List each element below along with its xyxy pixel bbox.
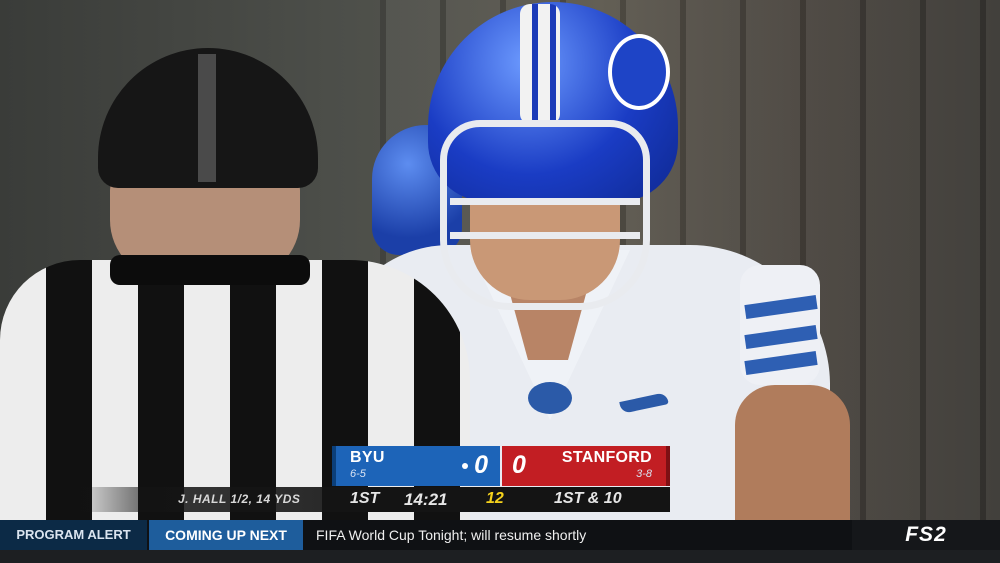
referee-cap xyxy=(98,48,318,188)
home-team-record: 3-8 xyxy=(636,468,652,480)
program-alert-label: PROGRAM ALERT xyxy=(0,520,147,550)
play-clock: 12 xyxy=(486,490,504,507)
bottom-ticker: PROGRAM ALERT COMING UP NEXT FIFA World … xyxy=(0,520,1000,550)
quarter: 1ST xyxy=(350,490,380,507)
home-team-name: STANFORD xyxy=(561,449,652,466)
home-team-score: 0 xyxy=(512,451,526,479)
jersey-logo xyxy=(528,382,572,414)
facemask-bar xyxy=(450,198,640,205)
helmet-facemask xyxy=(440,120,650,310)
down-and-distance: 1ST & 10 xyxy=(554,490,622,507)
bottom-bar xyxy=(0,550,1000,563)
player-arm xyxy=(735,385,850,520)
helmet-stripe xyxy=(520,4,560,124)
scorebug: BYU 6-5 0 0 STANFORD 3-8 1ST 14:21 12 1S… xyxy=(332,446,670,512)
away-team-record: 6-5 xyxy=(350,468,366,480)
coming-up-next-label: COMING UP NEXT xyxy=(149,520,303,550)
player-stat-text: J. HALL 1/2, 14 YDS xyxy=(178,492,301,506)
possession-indicator xyxy=(462,463,468,469)
facemask-bar xyxy=(450,232,640,239)
referee-collar xyxy=(110,255,310,285)
away-team-score: 0 xyxy=(474,451,488,479)
network-logo: FS2 xyxy=(852,520,1000,550)
ticker-message: FIFA World Cup Tonight; will resume shor… xyxy=(316,527,587,543)
home-team-panel: 0 STANFORD 3-8 xyxy=(502,446,670,486)
away-team-panel: BYU 6-5 0 xyxy=(332,446,500,486)
away-team-name: BYU xyxy=(350,449,385,466)
broadcast-video xyxy=(0,0,1000,520)
game-status-bar: 1ST 14:21 12 1ST & 10 xyxy=(332,487,670,512)
game-clock: 14:21 xyxy=(404,490,448,509)
helmet-logo xyxy=(608,34,670,110)
